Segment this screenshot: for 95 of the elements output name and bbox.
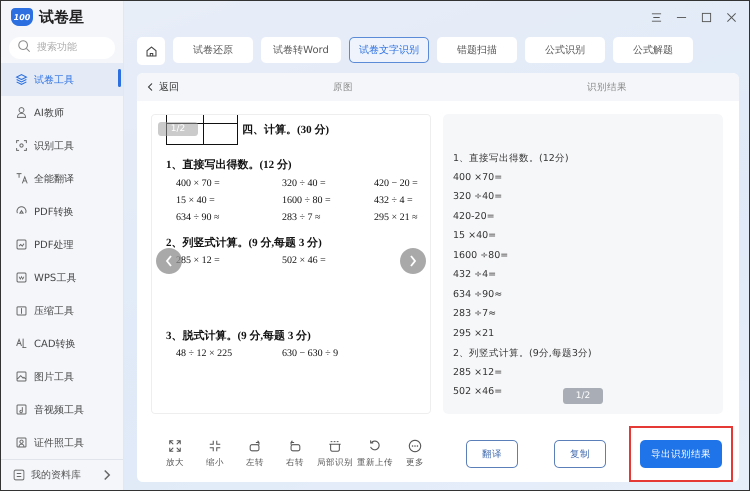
exam-heading: 四、计算。(30 分) [242, 122, 330, 137]
search-icon [17, 39, 31, 53]
exam-problem: 283 ÷ 7 ≈ [282, 212, 322, 223]
image-icon [15, 370, 28, 383]
sidebar-item[interactable]: 图片工具 [1, 360, 123, 393]
exam-question: 1、直接写出得数。(12 分) [166, 158, 293, 172]
sidebar-item[interactable]: 全能翻译 [1, 162, 123, 195]
library-item[interactable]: 我的资料库 [1, 459, 123, 490]
toolbar-button[interactable]: 重新上传 [355, 439, 395, 469]
rotate-right-icon [288, 439, 302, 453]
result-line: 634 ÷90≈ [453, 288, 502, 302]
result-line: 420-20= [453, 210, 495, 224]
portrait-icon [15, 436, 28, 449]
crop-icon [328, 439, 342, 453]
exam-question: 3、脱式计算。(9 分,每题 3 分) [166, 328, 312, 343]
rotate-left-icon [248, 439, 262, 453]
sidebar-item[interactable]: 试卷工具 [1, 63, 123, 96]
result-line: 320 ÷40= [453, 191, 502, 204]
sidebar-item[interactable]: 识别工具 [1, 129, 123, 162]
menu-icon[interactable] [651, 12, 662, 22]
app-logo: 100 [11, 8, 33, 26]
exam-problem: 1600 ÷ 80 = [282, 195, 332, 206]
sidebar-item[interactable]: 压缩工具 [1, 294, 123, 327]
folder-icon [15, 304, 28, 317]
result-line: 295 ×21 [453, 328, 494, 340]
close-icon[interactable] [726, 12, 737, 22]
maximize-icon[interactable] [701, 12, 712, 22]
music-icon [15, 403, 28, 416]
exam-problem: 630 − 630 ÷ 9 [282, 348, 340, 359]
tab[interactable]: 试卷文字识别 [349, 37, 429, 63]
scan-icon [15, 139, 28, 152]
person-icon [15, 106, 28, 119]
home-icon [144, 44, 158, 58]
back-icon [147, 83, 153, 91]
home-button[interactable] [137, 37, 165, 65]
sidebar-item[interactable]: 音视频工具 [1, 393, 123, 426]
exam-problem: 432 ÷ 4 = [374, 195, 413, 206]
exam-problem: 634 ÷ 90 ≈ [176, 212, 220, 223]
toolbar-button[interactable]: 左转 [235, 439, 275, 469]
result-line: 283 ÷7≈ [453, 308, 496, 321]
score-table [166, 115, 238, 145]
layers-icon [15, 73, 28, 86]
shrink-icon [208, 439, 222, 453]
toolbar-button[interactable]: 局部识别 [315, 439, 355, 469]
original-title: 原图 [332, 80, 354, 94]
exam-problem: 400 × 70 = [176, 178, 221, 189]
result-line: 432 ÷4= [453, 269, 496, 282]
result-line: 1600 ÷80= [453, 250, 508, 262]
tab[interactable]: 错题扫描 [437, 37, 517, 63]
tab[interactable]: 公式识别 [525, 37, 605, 63]
exam-problem: 285 × 12 = [176, 255, 221, 266]
tab[interactable]: 公式解题 [613, 37, 693, 63]
result-line: 15 ×40= [453, 230, 496, 243]
result-line: 2、列竖式计算。(9分,每题3分) [453, 347, 592, 361]
result-line: 400 ×70= [453, 172, 502, 184]
sidebar-item[interactable]: 证件照工具 [1, 426, 123, 459]
expand-icon [168, 439, 182, 453]
window-icon [15, 271, 28, 284]
document-icon [15, 238, 28, 251]
exam-question: 2、列竖式计算。(9 分,每题 3 分) [166, 236, 323, 250]
toolbar-button[interactable]: 放大 [155, 439, 195, 469]
chevron-right-icon [409, 255, 417, 267]
export-button[interactable]: 导出识别结果 [640, 440, 722, 468]
app-name: 试卷星 [39, 8, 84, 26]
sidebar-item[interactable]: CAD转换 [1, 327, 123, 360]
translate-icon [15, 172, 28, 185]
search-field[interactable]: 搜索功能 [9, 36, 115, 58]
tab[interactable]: 试卷还原 [173, 37, 253, 63]
result-line: 502 ×46= [453, 386, 502, 399]
back-link[interactable]: 返回 [137, 80, 211, 94]
sidebar-item[interactable]: PDF转换 [1, 195, 123, 228]
result-title: 识别结果 [586, 80, 628, 94]
toolbar-button[interactable]: 右转 [275, 439, 315, 469]
chevron-left-icon [165, 255, 173, 267]
letter-icon [15, 337, 28, 350]
exam-problem: 502 × 46 = [282, 255, 327, 266]
exam-problem: 420 − 20 = [374, 178, 418, 189]
more-icon [408, 439, 422, 453]
sidebar-item[interactable]: WPS工具 [1, 261, 123, 294]
result-line: 1、直接写出得数。(12分) [453, 152, 569, 166]
toolbar-button[interactable]: 缩小 [195, 439, 235, 469]
exam-problem: 15 × 40 = [176, 195, 216, 206]
exam-problem: 320 ÷ 40 = [282, 178, 327, 189]
list-icon [13, 469, 25, 481]
page-indicator: 1/2 [563, 388, 603, 404]
action-button[interactable]: 翻译 [466, 440, 518, 468]
sidebar-item[interactable]: AI教师 [1, 96, 123, 129]
result-line: 285 ×12= [453, 366, 502, 380]
toolbar-button[interactable]: 更多 [395, 439, 435, 469]
exam-problem: 48 ÷ 12 × 225 [176, 348, 234, 359]
tab[interactable]: 试卷转Word [261, 37, 341, 63]
action-button[interactable]: 复制 [554, 440, 606, 468]
sidebar-item[interactable]: PDF处理 [1, 228, 123, 261]
refresh-icon [368, 439, 382, 453]
exam-problem: 295 × 21 ≈ [374, 212, 418, 223]
